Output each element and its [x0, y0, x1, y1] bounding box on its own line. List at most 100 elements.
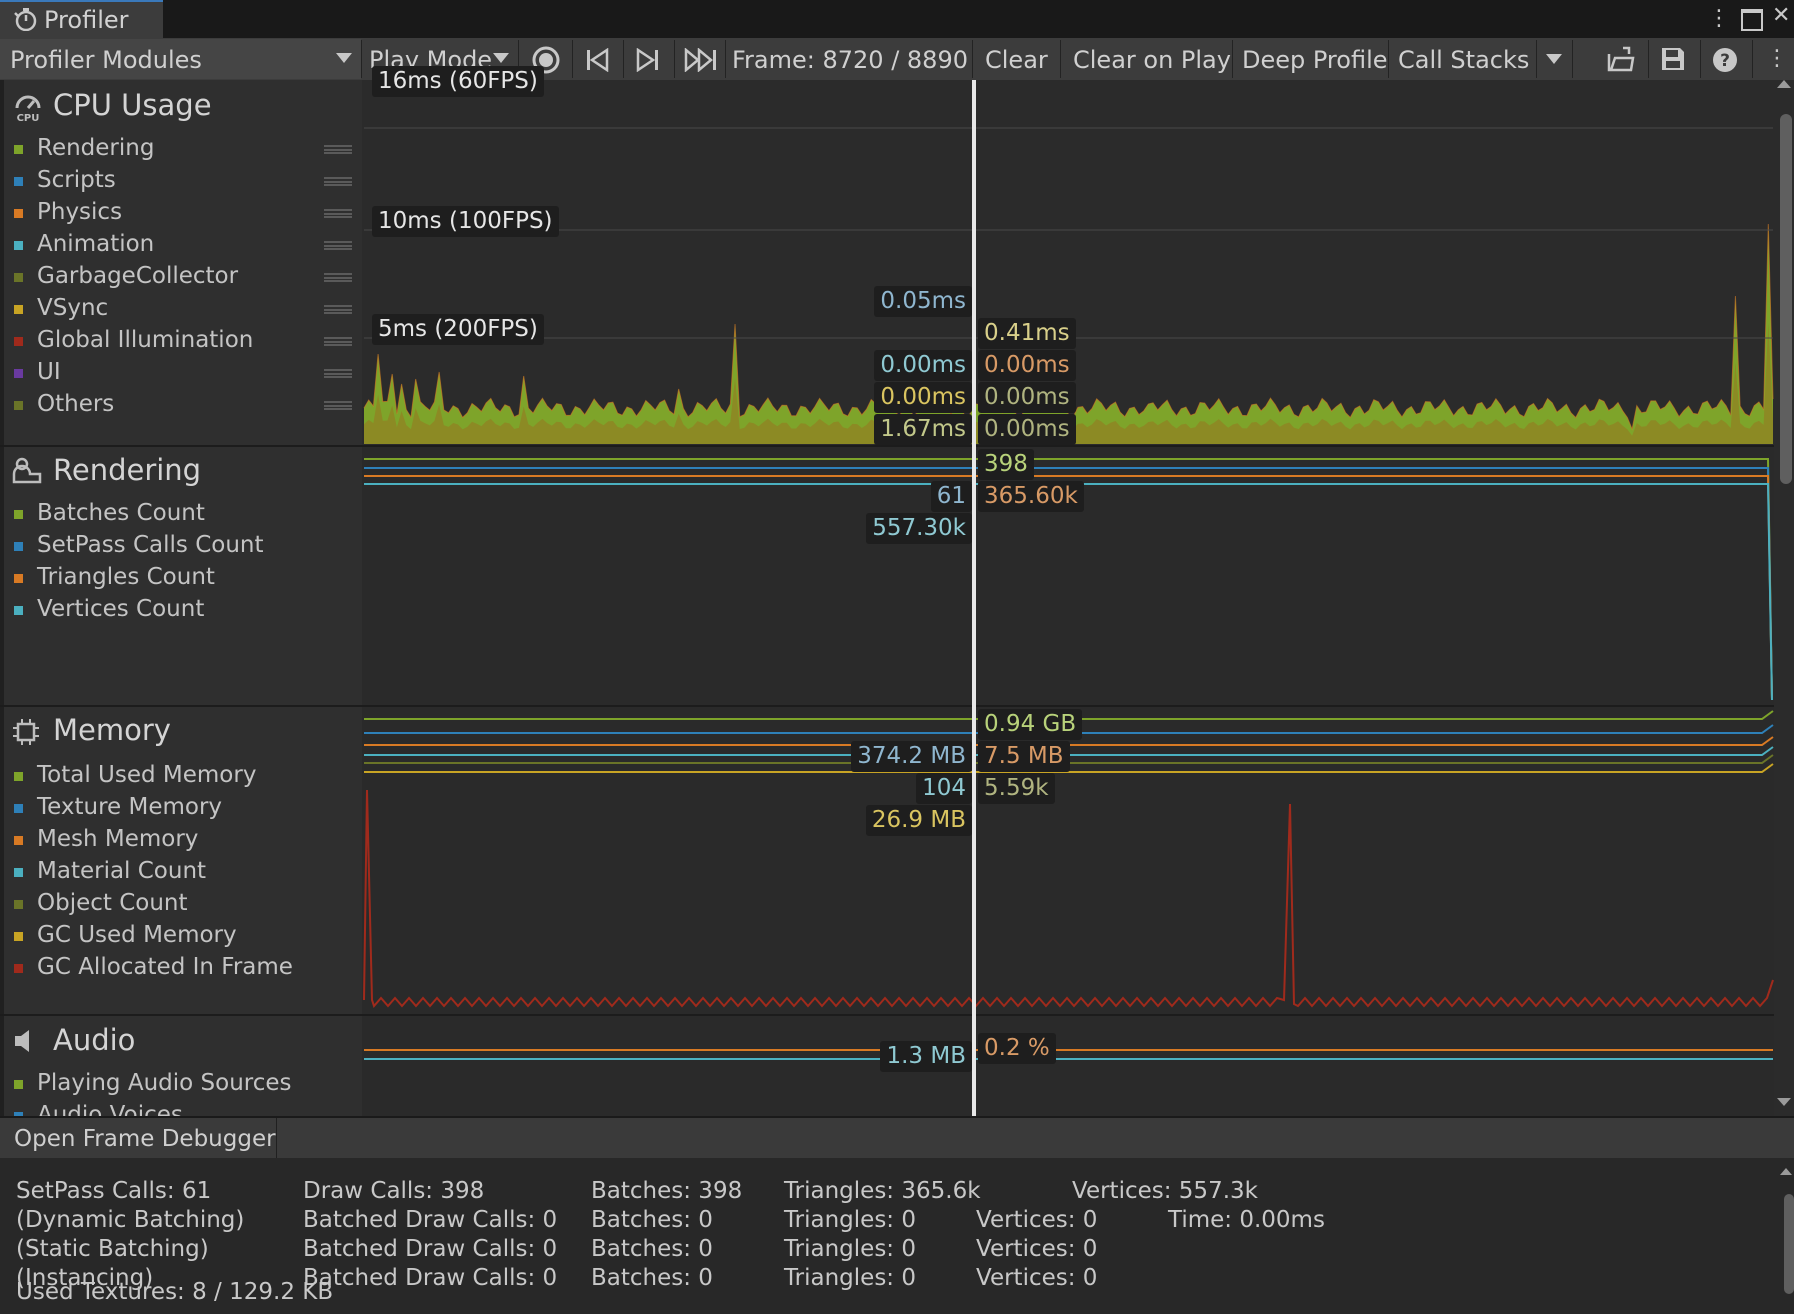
stopwatch-icon	[14, 8, 37, 31]
chart-value-label: 0.00ms	[978, 414, 1076, 445]
rendering-module-title[interactable]: Rendering	[53, 453, 201, 487]
chart-value-label: 104	[916, 773, 972, 804]
legend-swatch[interactable]	[14, 369, 23, 378]
drag-handle-icon[interactable]	[324, 369, 352, 378]
legend-item-gc-allocated-in-frame[interactable]: GC Allocated In Frame	[37, 954, 293, 980]
legend-item-object-count[interactable]: Object Count	[37, 890, 188, 916]
legend-swatch[interactable]	[14, 836, 23, 845]
details-cell: Batches: 0	[591, 1236, 713, 1262]
scroll-down-arrow[interactable]	[1777, 1098, 1791, 1106]
details-cell: Time: 0.00ms	[1168, 1207, 1325, 1233]
chart-value-label: 0.00ms	[978, 382, 1076, 413]
legend-item-garbagecollector[interactable]: GarbageCollector	[37, 263, 238, 289]
drag-handle-icon[interactable]	[324, 273, 352, 282]
drag-handle-icon[interactable]	[324, 241, 352, 250]
legend-item-setpass-calls-count[interactable]: SetPass Calls Count	[37, 532, 264, 558]
legend-item-material-count[interactable]: Material Count	[37, 858, 206, 884]
vertical-scrollbar[interactable]	[1774, 80, 1794, 1116]
legend-item-gc-used-memory[interactable]: GC Used Memory	[37, 922, 237, 948]
drag-handle-icon[interactable]	[324, 209, 352, 218]
maximize-icon[interactable]	[1741, 9, 1763, 31]
drag-handle-icon[interactable]	[324, 401, 352, 410]
profiler-charts[interactable]: 16ms (60FPS) 10ms (100FPS) 5ms (200FPS) 0.0…	[362, 66, 1774, 1116]
details-cell: Batched Draw Calls: 0	[303, 1265, 558, 1291]
details-cell: Vertices: 0	[976, 1236, 1098, 1262]
details-cell: (Dynamic Batching)	[16, 1207, 245, 1233]
details-cell: Triangles: 0	[784, 1236, 917, 1262]
audio-module-title[interactable]: Audio	[53, 1023, 135, 1057]
details-cell: Triangles: 0	[784, 1265, 917, 1291]
save-icon[interactable]	[1660, 46, 1686, 72]
legend-swatch[interactable]	[14, 772, 23, 781]
details-cell: Vertices: 557.3k	[1072, 1178, 1258, 1204]
legend-swatch[interactable]	[14, 804, 23, 813]
legend-item-physics[interactable]: Physics	[37, 199, 122, 225]
legend-swatch[interactable]	[14, 510, 23, 519]
legend-item-vertices-count[interactable]: Vertices Count	[37, 596, 204, 622]
open-frame-debugger-button[interactable]: Open Frame Debugger	[0, 1118, 277, 1158]
legend-swatch[interactable]	[14, 305, 23, 314]
title-bar	[0, 0, 1794, 38]
legend-swatch[interactable]	[14, 241, 23, 250]
details-cell: SetPass Calls: 61	[16, 1178, 212, 1204]
legend-item-texture-memory[interactable]: Texture Memory	[37, 794, 222, 820]
legend-swatch[interactable]	[14, 177, 23, 186]
details-scrollbar-thumb[interactable]	[1784, 1194, 1794, 1294]
legend-swatch[interactable]	[14, 900, 23, 909]
deep-profile-button[interactable]: Deep Profile	[1242, 46, 1388, 74]
legend-item-playing-audio-sources[interactable]: Playing Audio Sources	[37, 1070, 292, 1096]
scroll-up-arrow[interactable]	[1777, 80, 1791, 88]
legend-item-vsync[interactable]: VSync	[37, 295, 108, 321]
more-options-icon[interactable]: ⋮	[1766, 46, 1788, 71]
toolbar-divider	[1060, 40, 1061, 78]
legend-swatch[interactable]	[14, 964, 23, 973]
scrollbar-thumb[interactable]	[1780, 114, 1792, 484]
legend-swatch[interactable]	[14, 606, 23, 615]
close-icon[interactable]: ✕	[1772, 3, 1790, 28]
legend-swatch[interactable]	[14, 273, 23, 282]
legend-item-audio-voices[interactable]: Audio Voices	[37, 1102, 183, 1116]
previous-frame-icon[interactable]	[585, 48, 609, 72]
cpu-module-title[interactable]: CPU Usage	[53, 88, 212, 122]
clear-on-play-button[interactable]: Clear on Play	[1073, 46, 1231, 74]
next-frame-icon[interactable]	[636, 48, 660, 72]
load-icon[interactable]	[1607, 46, 1635, 72]
clear-button[interactable]: Clear	[985, 46, 1048, 74]
chevron-down-icon[interactable]	[1546, 54, 1562, 64]
legend-item-scripts[interactable]: Scripts	[37, 167, 116, 193]
svg-text:CPU: CPU	[17, 113, 40, 122]
charts-canvas[interactable]	[362, 80, 1774, 1116]
call-stacks-button[interactable]: Call Stacks	[1398, 46, 1529, 74]
legend-item-others[interactable]: Others	[37, 391, 114, 417]
legend-swatch[interactable]	[14, 1080, 23, 1089]
legend-swatch[interactable]	[14, 542, 23, 551]
details-cell: Batches: 0	[591, 1265, 713, 1291]
legend-item-animation[interactable]: Animation	[37, 231, 154, 257]
current-frame-icon[interactable]	[684, 48, 718, 72]
legend-item-total-used-memory[interactable]: Total Used Memory	[37, 762, 256, 788]
legend-item-rendering[interactable]: Rendering	[37, 135, 154, 161]
legend-item-ui[interactable]: UI	[37, 359, 61, 385]
svg-text:?: ?	[1720, 51, 1730, 71]
legend-item-mesh-memory[interactable]: Mesh Memory	[37, 826, 198, 852]
legend-item-batches-count[interactable]: Batches Count	[37, 500, 205, 526]
more-options-icon[interactable]: ⋮	[1708, 6, 1730, 31]
legend-swatch[interactable]	[14, 145, 23, 154]
drag-handle-icon[interactable]	[324, 145, 352, 154]
legend-swatch[interactable]	[14, 337, 23, 346]
details-cell: Draw Calls: 398	[303, 1178, 485, 1204]
legend-swatch[interactable]	[14, 868, 23, 877]
chart-value-label: 61	[930, 481, 972, 512]
memory-module-title[interactable]: Memory	[53, 713, 171, 747]
scroll-up-arrow[interactable]	[1780, 1168, 1792, 1175]
help-icon[interactable]: ?	[1712, 47, 1738, 73]
legend-swatch[interactable]	[14, 574, 23, 583]
legend-swatch[interactable]	[14, 209, 23, 218]
legend-swatch[interactable]	[14, 932, 23, 941]
drag-handle-icon[interactable]	[324, 337, 352, 346]
legend-swatch[interactable]	[14, 401, 23, 410]
legend-item-triangles-count[interactable]: Triangles Count	[37, 564, 215, 590]
drag-handle-icon[interactable]	[324, 177, 352, 186]
drag-handle-icon[interactable]	[324, 305, 352, 314]
legend-item-global-illumination[interactable]: Global Illumination	[37, 327, 253, 353]
